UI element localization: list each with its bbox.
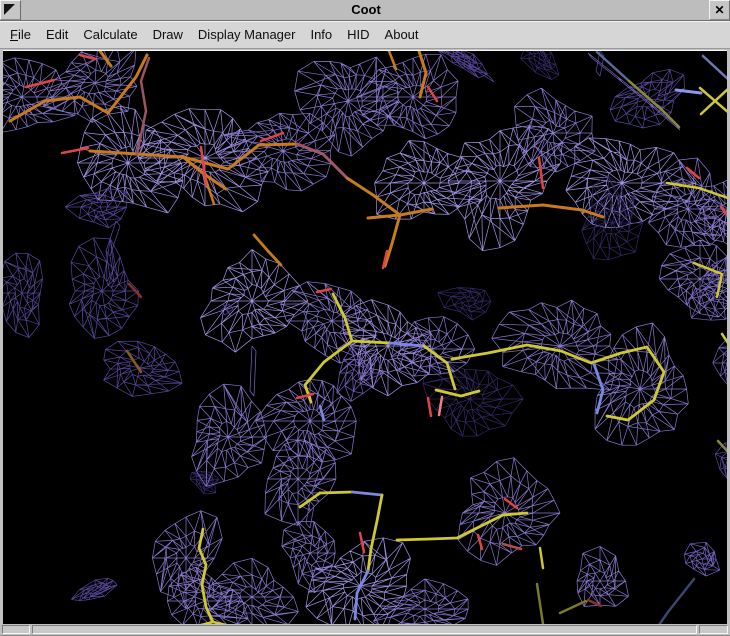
window-menu-button[interactable] — [0, 0, 21, 20]
status-cell-left — [2, 625, 30, 634]
menu-item-calculate[interactable]: Calculate — [83, 27, 152, 42]
menu-item-about[interactable]: About — [385, 27, 434, 42]
gl-viewport[interactable] — [3, 50, 727, 625]
coot-window: Coot ✕ FileEditCalculateDrawDisplay Mana… — [0, 0, 730, 636]
window-title: Coot — [23, 0, 709, 20]
window-menu-triangle-icon — [4, 4, 15, 15]
status-cell-right — [699, 625, 728, 634]
title-bar: Coot ✕ — [0, 0, 730, 21]
menu-item-display-manager[interactable]: Display Manager — [198, 27, 311, 42]
menu-item-hid[interactable]: HID — [347, 27, 384, 42]
status-cell-main — [32, 625, 697, 634]
status-bar — [0, 624, 730, 635]
close-button[interactable]: ✕ — [709, 0, 730, 20]
menu-item-draw[interactable]: Draw — [153, 27, 198, 42]
menu-item-edit[interactable]: Edit — [46, 27, 83, 42]
close-icon: ✕ — [714, 3, 724, 17]
electron-density-scene — [3, 51, 727, 625]
menu-bar: FileEditCalculateDrawDisplay ManagerInfo… — [0, 21, 730, 49]
menu-item-info[interactable]: Info — [310, 27, 347, 42]
menu-item-file[interactable]: File — [10, 27, 46, 42]
